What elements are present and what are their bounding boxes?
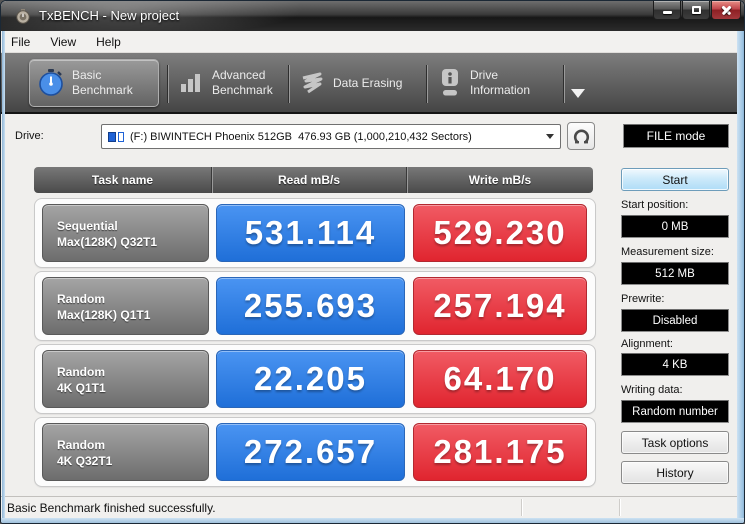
drive-info-icon xyxy=(439,68,461,98)
task-button-random-4k-q32t1[interactable]: Random4K Q32T1 xyxy=(42,423,209,481)
refresh-icon xyxy=(573,128,590,145)
tab-data-erasing[interactable]: Data Erasing xyxy=(300,59,402,107)
drive-select[interactable]: (F:) BIWINTECH Phoenix 512GB 476.93 GB (… xyxy=(101,124,561,149)
minimize-icon xyxy=(663,11,672,14)
read-value: 272.657 xyxy=(216,423,405,481)
menu-view[interactable]: View xyxy=(40,31,86,52)
task-options-button[interactable]: Task options xyxy=(621,431,729,454)
write-value: 281.175 xyxy=(413,423,587,481)
tab-basic-benchmark[interactable]: BasicBenchmark xyxy=(29,59,159,107)
start-button[interactable]: Start xyxy=(621,168,729,191)
writing-data-value[interactable]: Random number xyxy=(621,400,729,423)
title-bar: TxBENCH - New project xyxy=(1,1,745,31)
menu-help[interactable]: Help xyxy=(86,31,131,52)
tab-basic-benchmark-label: BasicBenchmark xyxy=(72,68,133,98)
table-row: SequentialMax(128K) Q32T1 531.114 529.23… xyxy=(34,198,596,268)
table-header: Task name Read mB/s Write mB/s xyxy=(34,167,593,193)
start-position-label: Start position: xyxy=(621,199,688,211)
status-separator xyxy=(521,499,523,516)
writing-data-label: Writing data: xyxy=(621,384,683,396)
task-button-sequential-q32t1[interactable]: SequentialMax(128K) Q32T1 xyxy=(42,204,209,262)
app-icon xyxy=(15,8,31,24)
prewrite-value[interactable]: Disabled xyxy=(621,309,729,332)
prewrite-label: Prewrite: xyxy=(621,293,664,305)
tab-advanced-benchmark-label: AdvancedBenchmark xyxy=(212,68,273,98)
chevron-down-icon xyxy=(546,134,554,139)
header-task-name: Task name xyxy=(34,167,211,193)
read-value: 255.693 xyxy=(216,277,405,335)
drive-label: Drive: xyxy=(15,130,44,142)
window-frame-bottom xyxy=(1,518,745,524)
table-row: Random4K Q1T1 22.205 64.170 xyxy=(34,344,596,414)
write-value: 64.170 xyxy=(413,350,587,408)
table-row: Random4K Q32T1 272.657 281.175 xyxy=(34,417,596,487)
status-message: Basic Benchmark finished successfully. xyxy=(7,501,216,515)
toolbar-separator xyxy=(426,65,428,103)
disk-icon xyxy=(108,131,125,143)
eraser-squiggle-icon xyxy=(300,72,324,94)
close-button[interactable] xyxy=(711,1,741,20)
status-bar: Basic Benchmark finished successfully. xyxy=(1,496,745,518)
close-icon xyxy=(721,5,732,16)
app-window: TxBENCH - New project File View Help Bas… xyxy=(0,0,745,524)
tab-data-erasing-label: Data Erasing xyxy=(333,76,402,91)
measurement-size-value[interactable]: 512 MB xyxy=(621,262,729,285)
window-frame-right xyxy=(737,31,745,518)
table-row: RandomMax(128K) Q1T1 255.693 257.194 xyxy=(34,271,596,341)
stopwatch-icon xyxy=(38,68,64,98)
toolbar-separator xyxy=(167,65,169,103)
bar-chart-icon xyxy=(179,72,203,94)
task-button-random-q1t1[interactable]: RandomMax(128K) Q1T1 xyxy=(42,277,209,335)
window-title: TxBENCH - New project xyxy=(39,8,179,23)
read-value: 22.205 xyxy=(216,350,405,408)
header-write: Write mB/s xyxy=(406,167,593,193)
toolbar: BasicBenchmark AdvancedBenchmark Data Er… xyxy=(1,53,745,114)
window-frame-left xyxy=(2,31,5,518)
start-position-value[interactable]: 0 MB xyxy=(621,215,729,238)
maximize-button[interactable] xyxy=(682,1,710,20)
write-value: 257.194 xyxy=(413,277,587,335)
toolbar-separator xyxy=(288,65,290,103)
status-separator xyxy=(619,499,621,516)
menu-bar: File View Help xyxy=(1,31,745,53)
minimize-button[interactable] xyxy=(653,1,681,20)
header-read: Read mB/s xyxy=(211,167,406,193)
file-mode-indicator[interactable]: FILE mode xyxy=(623,124,729,148)
alignment-value[interactable]: 4 KB xyxy=(621,353,729,376)
toolbar-separator xyxy=(563,65,565,103)
toolbar-overflow-chevron-icon[interactable] xyxy=(571,89,585,98)
task-button-random-4k-q1t1[interactable]: Random4K Q1T1 xyxy=(42,350,209,408)
tab-drive-information[interactable]: DriveInformation xyxy=(439,59,530,107)
menu-file[interactable]: File xyxy=(1,31,40,52)
history-button[interactable]: History xyxy=(621,461,729,484)
refresh-drives-button[interactable] xyxy=(567,122,595,150)
measurement-size-label: Measurement size: xyxy=(621,246,714,258)
tab-advanced-benchmark[interactable]: AdvancedBenchmark xyxy=(179,59,273,107)
alignment-label: Alignment: xyxy=(621,338,673,350)
write-value: 529.230 xyxy=(413,204,587,262)
maximize-icon xyxy=(692,6,701,14)
tab-drive-information-label: DriveInformation xyxy=(470,68,530,98)
drive-selected-value: (F:) BIWINTECH Phoenix 512GB 476.93 GB (… xyxy=(130,131,542,143)
read-value: 531.114 xyxy=(216,204,405,262)
